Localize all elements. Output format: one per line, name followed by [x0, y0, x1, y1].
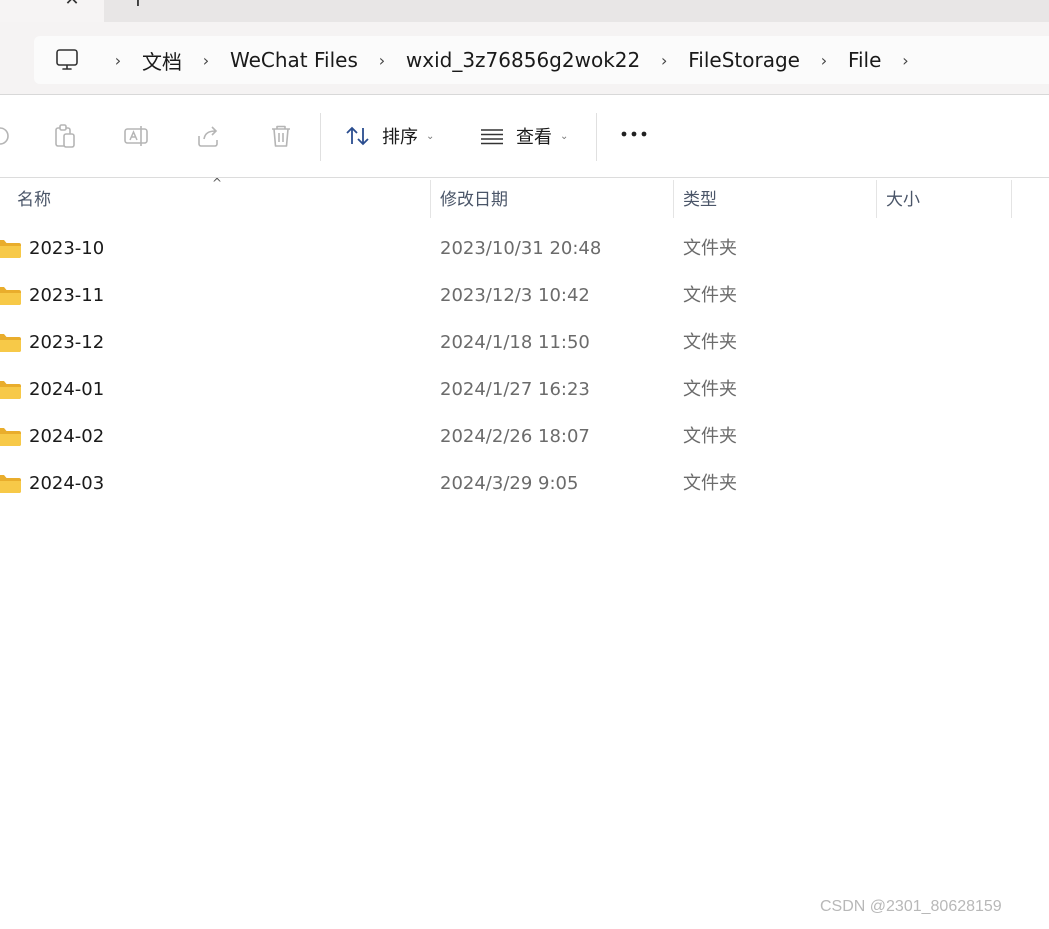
folder-icon: [0, 475, 21, 493]
this-pc-icon[interactable]: [54, 47, 80, 73]
file-name: 2024-01: [29, 379, 105, 400]
breadcrumb: › 文档 › WeChat Files › wxid_3z76856g2wok2…: [94, 36, 929, 84]
file-type: 文件夹: [683, 473, 737, 494]
share-icon[interactable]: [195, 122, 223, 150]
column-header-size[interactable]: 大小: [886, 180, 920, 220]
paste-icon[interactable]: [51, 122, 79, 150]
file-name: 2023-11: [29, 285, 105, 306]
column-header-modified[interactable]: 修改日期: [440, 180, 508, 220]
sort-ascending-icon: ^: [212, 176, 223, 190]
more-icon[interactable]: [620, 129, 650, 139]
sort-label: 排序: [382, 127, 418, 148]
breadcrumb-item-file[interactable]: File: [848, 48, 881, 72]
watermark: CSDN @2301_80628159: [820, 898, 1002, 915]
folder-icon: [0, 240, 21, 258]
file-modified: 2024/2/26 18:07: [440, 426, 590, 447]
column-separator[interactable]: [673, 180, 674, 218]
file-name: 2023-12: [29, 332, 105, 353]
new-tab-icon[interactable]: +: [126, 0, 150, 12]
file-name: 2024-02: [29, 426, 105, 447]
toolbar-divider: [596, 113, 597, 161]
column-header-name[interactable]: 名称: [17, 180, 51, 220]
file-modified: 2024/3/29 9:05: [440, 473, 579, 494]
chevron-right-icon[interactable]: ›: [800, 51, 848, 70]
file-row[interactable]: 2023-10 2023/10/31 20:48 文件夹: [0, 225, 1049, 272]
file-name: 2024-03: [29, 473, 105, 494]
command-bar: 排序 ⌄ 查看 ⌄: [0, 95, 1049, 178]
file-row[interactable]: 2024-03 2024/3/29 9:05 文件夹: [0, 460, 1049, 507]
file-modified: 2024/1/18 11:50: [440, 332, 590, 353]
delete-icon[interactable]: [267, 122, 295, 150]
file-type: 文件夹: [683, 379, 737, 400]
column-separator[interactable]: [1011, 180, 1012, 218]
column-separator[interactable]: [876, 180, 877, 218]
folder-icon: [0, 428, 21, 446]
folder-icon: [0, 334, 21, 352]
address-area: › 文档 › WeChat Files › wxid_3z76856g2wok2…: [0, 22, 1049, 95]
chevron-down-icon: ⌄: [426, 130, 435, 142]
sort-icon: [346, 126, 369, 146]
file-row[interactable]: 2024-02 2024/2/26 18:07 文件夹: [0, 413, 1049, 460]
file-row[interactable]: 2024-01 2024/1/27 16:23 文件夹: [0, 366, 1049, 413]
file-type: 文件夹: [683, 238, 737, 259]
toolbar-divider: [320, 113, 321, 161]
chevron-right-icon[interactable]: ›: [94, 51, 142, 70]
cut-icon[interactable]: [0, 122, 12, 150]
column-separator[interactable]: [430, 180, 431, 218]
chevron-right-icon[interactable]: ›: [881, 51, 929, 70]
file-modified: 2023/10/31 20:48: [440, 238, 602, 259]
file-type: 文件夹: [683, 426, 737, 447]
chevron-down-icon: ⌄: [560, 130, 569, 142]
file-type: 文件夹: [683, 285, 737, 306]
view-button[interactable]: 查看 ⌄: [478, 117, 568, 155]
breadcrumb-item-wechat-files[interactable]: WeChat Files: [230, 48, 358, 72]
close-tab-icon[interactable]: ✕: [60, 0, 84, 12]
file-modified: 2024/1/27 16:23: [440, 379, 590, 400]
file-name: 2023-10: [29, 238, 105, 259]
address-bar[interactable]: › 文档 › WeChat Files › wxid_3z76856g2wok2…: [34, 36, 1049, 84]
rename-icon[interactable]: [123, 122, 151, 150]
breadcrumb-item-wxid[interactable]: wxid_3z76856g2wok22: [406, 48, 640, 72]
folder-icon: [0, 287, 21, 305]
file-type: 文件夹: [683, 332, 737, 353]
column-header-type[interactable]: 类型: [683, 180, 717, 220]
file-row[interactable]: 2023-11 2023/12/3 10:42 文件夹: [0, 272, 1049, 319]
file-row[interactable]: 2023-12 2024/1/18 11:50 文件夹: [0, 319, 1049, 366]
chevron-right-icon[interactable]: ›: [182, 51, 230, 70]
breadcrumb-item-documents[interactable]: 文档: [142, 46, 182, 75]
view-label: 查看: [516, 127, 552, 148]
breadcrumb-item-filestorage[interactable]: FileStorage: [688, 48, 800, 72]
chevron-right-icon[interactable]: ›: [640, 51, 688, 70]
file-modified: 2023/12/3 10:42: [440, 285, 590, 306]
chevron-right-icon[interactable]: ›: [358, 51, 406, 70]
column-header-row: ^ 名称 修改日期 类型 大小: [0, 176, 1049, 220]
folder-icon: [0, 381, 21, 399]
view-icon: [481, 129, 503, 145]
sort-button[interactable]: 排序 ⌄: [344, 117, 434, 155]
